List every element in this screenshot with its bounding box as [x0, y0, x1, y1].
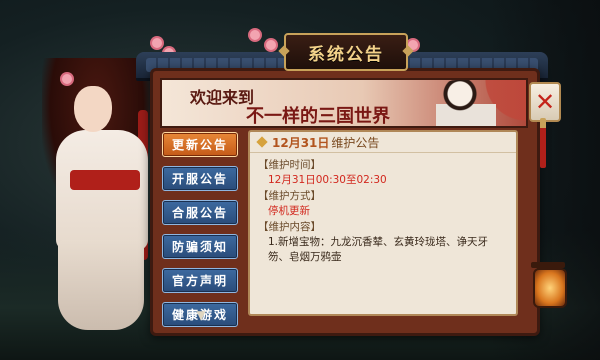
diamond-icon	[256, 136, 268, 148]
hero-body	[56, 130, 148, 250]
section-header-content: 维护内容	[258, 220, 508, 235]
category-tabs: 更新公告 开服公告 合服公告 防骗须知 官方声明 健康游戏	[162, 132, 238, 336]
tab-server-open-notice[interactable]: 开服公告	[162, 166, 238, 191]
hero-face	[74, 86, 112, 132]
notice-date: 12月31日	[272, 135, 330, 150]
window-title-plaque: 系统公告	[284, 33, 408, 71]
tab-anti-fraud[interactable]: 防骗须知	[162, 234, 238, 259]
section-text-time: 12月31日00:30至02:30	[268, 174, 387, 186]
hair-flower-icon	[62, 74, 72, 84]
section-header-method: 维护方式	[258, 189, 508, 204]
section-header-time: 维护时间	[258, 158, 508, 173]
tab-server-merge-notice[interactable]: 合服公告	[162, 200, 238, 225]
window-title: 系统公告	[308, 44, 384, 65]
welcome-banner: 欢迎来到 不一样的三国世界	[160, 78, 528, 128]
notice-title: 维护公告	[331, 135, 380, 150]
notice-body: 维护时间 12月31日00:30至02:30 维护方式 停机更新 维护内容 1.…	[250, 153, 516, 269]
banner-character-art	[436, 80, 496, 126]
hero-skirt	[58, 240, 144, 330]
chevron-down-icon[interactable]: ▼	[190, 308, 212, 322]
section-text-content: 1.新增宝物：九龙沉香辇、玄黄玲珑塔、诤天牙笏、皂烟万鸦壶	[268, 236, 489, 263]
close-icon: ✕	[534, 88, 556, 116]
notice-header: 12月31日 维护公告	[250, 132, 516, 153]
tab-official-statement[interactable]: 官方声明	[162, 268, 238, 293]
notice-panel: 12月31日 维护公告 维护时间 12月31日00:30至02:30 维护方式 …	[248, 130, 518, 316]
banner-line1: 欢迎来到	[190, 88, 255, 107]
hero-sash	[70, 170, 140, 190]
section-text-method: 停机更新	[268, 205, 310, 217]
blossom-icon	[152, 38, 162, 48]
lantern-icon	[533, 268, 567, 308]
tab-update-notice[interactable]: 更新公告	[162, 132, 238, 157]
close-button[interactable]: ✕	[529, 82, 561, 122]
banner-line2: 不一样的三国世界	[246, 106, 390, 127]
tassel-decoration	[540, 118, 546, 168]
blossom-icon	[266, 40, 276, 50]
blossom-icon	[250, 30, 260, 40]
